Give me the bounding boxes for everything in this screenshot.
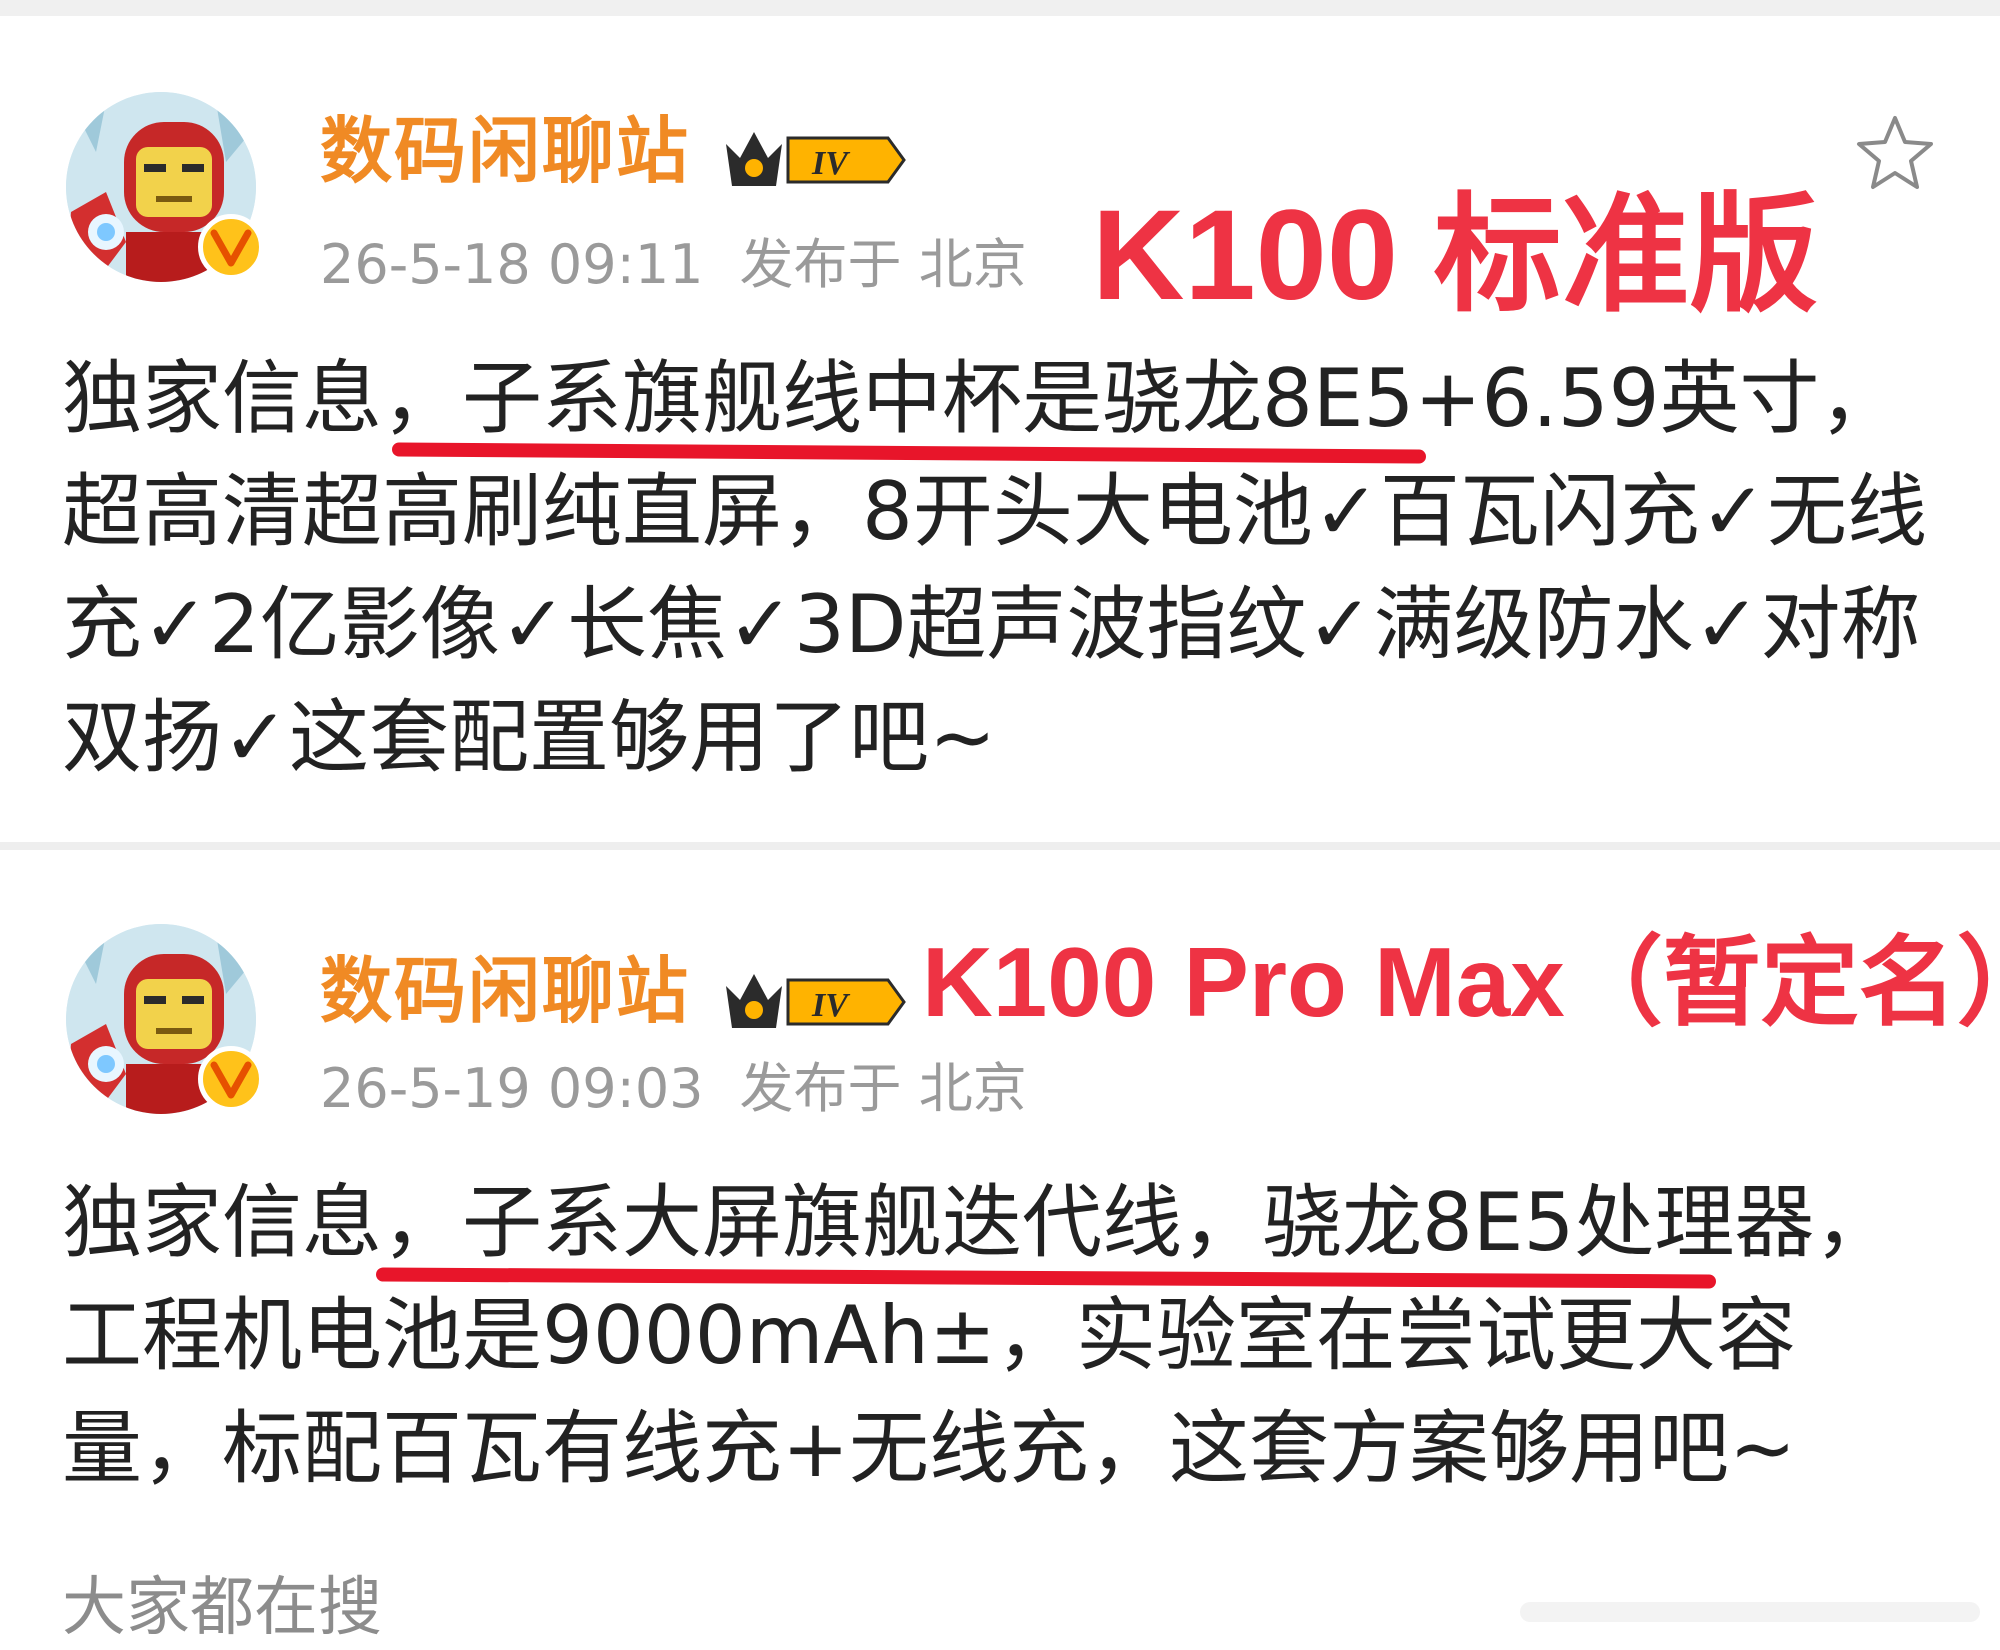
red-annotation: K100 标准版 (1092, 184, 1818, 327)
avatar[interactable] (66, 92, 264, 282)
crown-level-badge-icon: IV (726, 132, 906, 186)
star-outline-icon (1857, 116, 1933, 189)
favorite-star-button[interactable] (1854, 112, 1936, 194)
post-meta: 26-5-18 09:11 发布于 北京 (320, 230, 1027, 300)
watermark-image (1520, 1602, 1980, 1622)
post-meta: 26-5-19 09:03 发布于 北京 (320, 1054, 1027, 1124)
avatar[interactable] (66, 924, 264, 1114)
weibo-post-1: 数码闲聊站 IV 26-5-18 09:11 发布于 北京 K100 标准版 独家… (0, 16, 2000, 842)
weibo-post-2: 数码闲聊站 IV 26-5-19 09:03 发布于 北京 K100 Pro Ma… (0, 850, 2000, 1650)
timestamp: 26-5-18 09:11 (320, 233, 704, 296)
verified-v-icon (198, 214, 264, 280)
top-strip (0, 0, 2000, 16)
username[interactable]: 数码闲聊站 (320, 946, 690, 1036)
post-content: 独家信息，子系大屏旗舰迭代线，骁龙8E5处理器，工程机电池是9000mAh±，实… (62, 1176, 1895, 1495)
trending-search-label[interactable]: 大家都在搜 (62, 1568, 382, 1648)
post-divider (0, 842, 2000, 850)
level-badge-text: IV (811, 987, 850, 1024)
location: 发布于 北京 (739, 1057, 1027, 1120)
post-content: 独家信息，子系旗舰线中杯是骁龙8E5+6.59英寸，超高清超高刷纯直屏，8开头大… (62, 352, 1927, 784)
crown-level-badge-icon: IV (726, 974, 906, 1028)
verified-v-icon (198, 1046, 264, 1112)
level-badge-text: IV (811, 145, 850, 182)
location: 发布于 北京 (739, 233, 1027, 296)
username[interactable]: 数码闲聊站 (320, 106, 690, 196)
timestamp: 26-5-19 09:03 (320, 1057, 704, 1120)
red-annotation: K100 Pro Max（暂定名） (922, 927, 2000, 1037)
